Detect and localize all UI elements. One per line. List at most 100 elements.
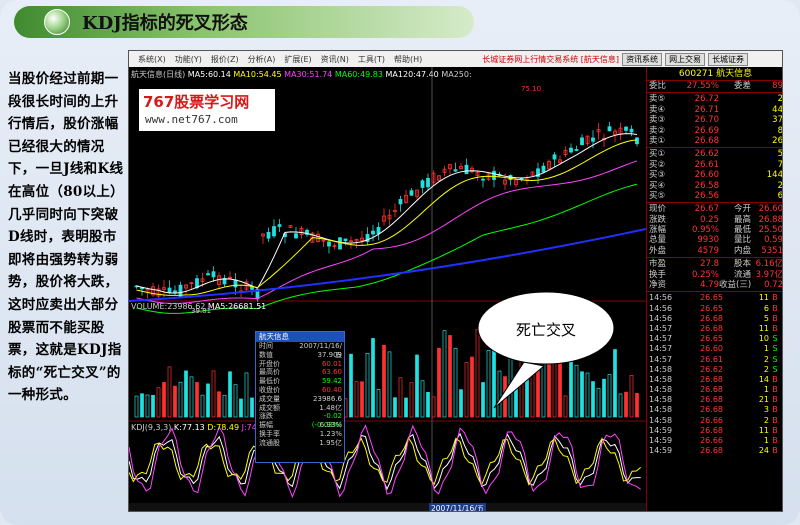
ma-line bbox=[136, 133, 638, 294]
kdj-line bbox=[129, 436, 642, 487]
candle-body bbox=[266, 231, 271, 239]
volume-bar bbox=[459, 389, 463, 418]
tick-direction: B bbox=[772, 395, 778, 405]
ask-spacer bbox=[719, 115, 751, 125]
popup-row-label: 数值 bbox=[259, 350, 273, 359]
tick-time: 14:58 bbox=[649, 374, 673, 384]
tick-row: 14:58 26.68 3 B bbox=[647, 405, 782, 415]
tick-row: 14:57 26.68 11 B bbox=[647, 323, 782, 334]
ask-label: 卖② bbox=[649, 125, 666, 136]
callout-text: 死亡交叉 bbox=[515, 320, 576, 339]
bid-price: 26.62 bbox=[694, 149, 719, 160]
candle-body bbox=[167, 287, 172, 293]
callout-tail bbox=[493, 361, 546, 409]
bid-volume: 144 bbox=[766, 170, 783, 181]
candle-body bbox=[173, 290, 177, 294]
volume-bar bbox=[211, 370, 216, 418]
tick-direction: S bbox=[772, 354, 778, 364]
weibi-value: 27.55% bbox=[686, 81, 719, 91]
tick-time: 14:56 bbox=[649, 303, 673, 313]
logo-name: 767股票学习网 bbox=[143, 93, 250, 111]
divider bbox=[647, 92, 782, 94]
stat-row: 涨跌 0.25 最高 26.88 bbox=[647, 214, 782, 225]
stat-row: 涨幅 0.95% 最低 25.50 bbox=[647, 225, 782, 236]
candle-body bbox=[409, 190, 414, 196]
ask-row: 卖⑤ 26.72 2 bbox=[647, 94, 782, 104]
popup-row-value: 1.48亿 bbox=[319, 403, 342, 412]
candle-body bbox=[464, 164, 469, 175]
candle-body bbox=[580, 137, 584, 146]
bid-row: 买④ 26.58 2 bbox=[647, 181, 782, 191]
volume-bar bbox=[409, 382, 414, 418]
bid-row: 买⑤ 26.56 6 bbox=[647, 191, 782, 201]
tick-price: 26.66 bbox=[700, 436, 723, 446]
tick-volume: 11 bbox=[758, 323, 769, 333]
tick-time: 14:57 bbox=[649, 334, 673, 344]
volume-legend-item-1: MA5:26681.51 bbox=[207, 302, 267, 311]
candle-body bbox=[541, 165, 546, 173]
stat-row: 总量 9930 量比 0.59 bbox=[647, 235, 782, 245]
stat-label: 涨跌 bbox=[649, 214, 667, 225]
price-high-label: 75.10 bbox=[521, 85, 542, 93]
top-button-1[interactable]: 网上交易 bbox=[665, 52, 706, 66]
candle-body bbox=[371, 230, 375, 235]
price-low-label: 39.81 bbox=[191, 307, 212, 315]
stat-row: 市盈 27.8 股本 6.16亿 bbox=[647, 259, 782, 269]
volume-bar bbox=[200, 394, 205, 418]
popup-row-label: 换手率 bbox=[259, 429, 280, 438]
stat-label: 涨幅 bbox=[649, 225, 667, 236]
candle-body bbox=[574, 149, 579, 151]
volume-bar bbox=[470, 356, 474, 418]
candle-body bbox=[206, 273, 210, 276]
tick-volume: 10 bbox=[758, 334, 769, 344]
tick-direction: B bbox=[772, 323, 778, 333]
kdj-legend-item-1: K:77.13 bbox=[173, 423, 208, 432]
stat-value-2: 5351 bbox=[761, 245, 783, 256]
popup-row-label: 收盘价 bbox=[259, 385, 280, 394]
tick-row: 14:59 26.68 24 B bbox=[647, 446, 782, 456]
stat-label-2: 最低 bbox=[733, 225, 751, 236]
tick-price: 26.65 bbox=[700, 293, 723, 303]
volume-bar bbox=[151, 394, 155, 418]
volume-bar bbox=[217, 391, 221, 418]
tick-time: 14:56 bbox=[649, 313, 673, 323]
volume-bar bbox=[387, 351, 392, 418]
tick-price: 26.68 bbox=[700, 446, 723, 456]
tick-price: 26.60 bbox=[700, 344, 723, 354]
stat-value: 4.79 bbox=[700, 280, 719, 291]
bid-row: 买① 26.62 5 bbox=[647, 149, 782, 160]
candle-body bbox=[635, 137, 639, 145]
stat-label-2: 今开 bbox=[733, 204, 751, 215]
slide-title: KDJ指标的死叉形态 bbox=[82, 13, 248, 34]
volume-bar bbox=[156, 387, 161, 418]
tick-row: 14:59 26.68 11 B bbox=[647, 426, 782, 436]
weibi-label: 委比 bbox=[649, 81, 667, 91]
slide-title-bar: KDJ指标的死叉形态 bbox=[14, 6, 474, 38]
volume-bar bbox=[629, 375, 634, 418]
popup-row: 时间 2007/11/16/五 bbox=[256, 342, 344, 359]
popup-title: 航天信息 bbox=[256, 332, 344, 342]
volume-bar bbox=[228, 371, 232, 418]
candle-body bbox=[629, 128, 634, 133]
stat-label-2: 流通 bbox=[733, 269, 751, 280]
tick-direction: B bbox=[772, 436, 778, 446]
volume-bar bbox=[426, 391, 430, 418]
popup-row-value: 37.909 bbox=[317, 350, 343, 359]
tick-time: 14:57 bbox=[649, 323, 673, 333]
slide-body-text: 当股价经过前期一段很长时间的上升行情后，股价涨幅已经很大的情况下，一旦J线和K线… bbox=[8, 71, 124, 404]
volume-bar bbox=[624, 391, 628, 418]
volume-bar bbox=[184, 370, 188, 418]
stat-label: 换手 bbox=[649, 269, 667, 280]
top-button-2[interactable]: 长城证券 bbox=[708, 52, 749, 66]
popup-row: 成交量 23986.6 bbox=[256, 395, 344, 404]
data-popup[interactable]: 航天信息 时间 2007/11/16/五 数值 37.909 开盘价 60.01 最高价 63… bbox=[255, 331, 345, 463]
candle-body bbox=[343, 238, 348, 242]
stat-value-2: 26.60 bbox=[758, 204, 783, 215]
volume-bar bbox=[145, 394, 150, 418]
candle-body bbox=[277, 224, 282, 227]
candle-body bbox=[624, 126, 628, 131]
volume-bar bbox=[189, 376, 194, 418]
ask-row: 卖② 26.69 8 bbox=[647, 125, 782, 136]
bid-spacer bbox=[719, 149, 751, 159]
callout: 死亡交叉 bbox=[476, 290, 616, 368]
